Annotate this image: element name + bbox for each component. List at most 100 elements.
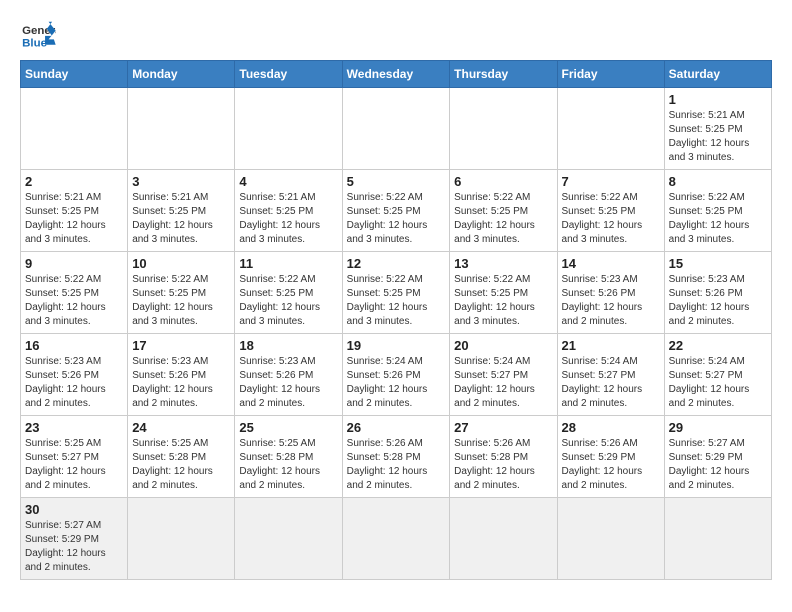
calendar-cell bbox=[664, 498, 771, 580]
day-info: Sunrise: 5:23 AM Sunset: 5:26 PM Dayligh… bbox=[132, 355, 230, 411]
calendar-cell bbox=[235, 498, 342, 580]
calendar-week-row: 9 Sunrise: 5:22 AM Sunset: 5:25 PM Daylig… bbox=[21, 252, 772, 334]
day-number: 13 bbox=[454, 256, 552, 271]
calendar-cell: 30 Sunrise: 5:27 AM Sunset: 5:29 PM Dayli… bbox=[21, 498, 128, 580]
day-info: Sunrise: 5:25 AM Sunset: 5:28 PM Dayligh… bbox=[132, 437, 230, 493]
calendar-cell: 21 Sunrise: 5:24 AM Sunset: 5:27 PM Dayli… bbox=[557, 334, 664, 416]
calendar-cell: 5 Sunrise: 5:22 AM Sunset: 5:25 PM Daylig… bbox=[342, 170, 450, 252]
weekday-header-thursday: Thursday bbox=[450, 61, 557, 88]
day-info: Sunrise: 5:22 AM Sunset: 5:25 PM Dayligh… bbox=[132, 273, 230, 329]
day-number: 10 bbox=[132, 256, 230, 271]
day-info: Sunrise: 5:22 AM Sunset: 5:25 PM Dayligh… bbox=[25, 273, 123, 329]
calendar-cell bbox=[342, 498, 450, 580]
calendar-cell bbox=[557, 498, 664, 580]
calendar-cell bbox=[450, 498, 557, 580]
logo-icon: General Blue bbox=[20, 20, 56, 50]
weekday-header-monday: Monday bbox=[128, 61, 235, 88]
calendar-cell: 23Sunrise: 5:25 AM Sunset: 5:27 PM Dayli… bbox=[21, 416, 128, 498]
day-info: Sunrise: 5:22 AM Sunset: 5:25 PM Dayligh… bbox=[669, 191, 767, 247]
calendar-cell: 18Sunrise: 5:23 AM Sunset: 5:26 PM Dayli… bbox=[235, 334, 342, 416]
logo: General Blue bbox=[20, 20, 56, 50]
day-info: Sunrise: 5:23 AM Sunset: 5:26 PM Dayligh… bbox=[669, 273, 767, 329]
weekday-header-sunday: Sunday bbox=[21, 61, 128, 88]
day-number: 15 bbox=[669, 256, 767, 271]
day-number: 29 bbox=[669, 420, 767, 435]
day-number: 3 bbox=[132, 174, 230, 189]
day-number: 8 bbox=[669, 174, 767, 189]
calendar-cell: 27 Sunrise: 5:26 AM Sunset: 5:28 PM Dayli… bbox=[450, 416, 557, 498]
calendar-cell bbox=[21, 88, 128, 170]
calendar-cell bbox=[128, 88, 235, 170]
calendar-cell bbox=[557, 88, 664, 170]
calendar-cell: 25 Sunrise: 5:25 AM Sunset: 5:28 PM Dayli… bbox=[235, 416, 342, 498]
day-number: 18 bbox=[239, 338, 337, 353]
day-info: Sunrise: 5:24 AM Sunset: 5:27 PM Dayligh… bbox=[454, 355, 552, 411]
calendar-week-row: 16 Sunrise: 5:23 AM Sunset: 5:26 PM Dayli… bbox=[21, 334, 772, 416]
day-info: Sunrise: 5:25 AM Sunset: 5:28 PM Dayligh… bbox=[239, 437, 337, 493]
day-number: 27 bbox=[454, 420, 552, 435]
calendar-week-row: 30 Sunrise: 5:27 AM Sunset: 5:29 PM Dayli… bbox=[21, 498, 772, 580]
calendar-cell: 6Sunrise: 5:22 AM Sunset: 5:25 PM Daylig… bbox=[450, 170, 557, 252]
day-info: Sunrise: 5:22 AM Sunset: 5:25 PM Dayligh… bbox=[454, 273, 552, 329]
calendar-cell: 2Sunrise: 5:21 AM Sunset: 5:25 PM Daylig… bbox=[21, 170, 128, 252]
calendar-cell: 24Sunrise: 5:25 AM Sunset: 5:28 PM Dayli… bbox=[128, 416, 235, 498]
calendar-cell: 10 Sunrise: 5:22 AM Sunset: 5:25 PM Dayli… bbox=[128, 252, 235, 334]
day-number: 16 bbox=[25, 338, 123, 353]
day-number: 4 bbox=[239, 174, 337, 189]
calendar-cell bbox=[342, 88, 450, 170]
day-info: Sunrise: 5:26 AM Sunset: 5:28 PM Dayligh… bbox=[454, 437, 552, 493]
svg-text:Blue: Blue bbox=[22, 37, 47, 49]
calendar-cell: 12Sunrise: 5:22 AM Sunset: 5:25 PM Dayli… bbox=[342, 252, 450, 334]
day-number: 1 bbox=[669, 92, 767, 107]
calendar-cell: 1 Sunrise: 5:21 AM Sunset: 5:25 PM Daylig… bbox=[664, 88, 771, 170]
weekday-header-tuesday: Tuesday bbox=[235, 61, 342, 88]
weekday-header-wednesday: Wednesday bbox=[342, 61, 450, 88]
calendar-cell: 9 Sunrise: 5:22 AM Sunset: 5:25 PM Daylig… bbox=[21, 252, 128, 334]
calendar-week-row: 1 Sunrise: 5:21 AM Sunset: 5:25 PM Daylig… bbox=[21, 88, 772, 170]
day-number: 21 bbox=[562, 338, 660, 353]
day-info: Sunrise: 5:27 AM Sunset: 5:29 PM Dayligh… bbox=[25, 519, 123, 575]
day-info: Sunrise: 5:21 AM Sunset: 5:25 PM Dayligh… bbox=[25, 191, 123, 247]
weekday-header-friday: Friday bbox=[557, 61, 664, 88]
day-info: Sunrise: 5:27 AM Sunset: 5:29 PM Dayligh… bbox=[669, 437, 767, 493]
day-info: Sunrise: 5:21 AM Sunset: 5:25 PM Dayligh… bbox=[132, 191, 230, 247]
calendar-week-row: 23Sunrise: 5:25 AM Sunset: 5:27 PM Dayli… bbox=[21, 416, 772, 498]
day-info: Sunrise: 5:24 AM Sunset: 5:27 PM Dayligh… bbox=[562, 355, 660, 411]
day-number: 6 bbox=[454, 174, 552, 189]
day-number: 12 bbox=[347, 256, 446, 271]
day-info: Sunrise: 5:26 AM Sunset: 5:28 PM Dayligh… bbox=[347, 437, 446, 493]
day-info: Sunrise: 5:22 AM Sunset: 5:25 PM Dayligh… bbox=[239, 273, 337, 329]
day-info: Sunrise: 5:24 AM Sunset: 5:26 PM Dayligh… bbox=[347, 355, 446, 411]
calendar-cell: 7Sunrise: 5:22 AM Sunset: 5:25 PM Daylig… bbox=[557, 170, 664, 252]
weekday-header-saturday: Saturday bbox=[664, 61, 771, 88]
day-info: Sunrise: 5:22 AM Sunset: 5:25 PM Dayligh… bbox=[347, 191, 446, 247]
day-number: 9 bbox=[25, 256, 123, 271]
calendar-cell: 22Sunrise: 5:24 AM Sunset: 5:27 PM Dayli… bbox=[664, 334, 771, 416]
day-number: 5 bbox=[347, 174, 446, 189]
calendar-cell: 17 Sunrise: 5:23 AM Sunset: 5:26 PM Dayli… bbox=[128, 334, 235, 416]
calendar-cell: 15 Sunrise: 5:23 AM Sunset: 5:26 PM Dayli… bbox=[664, 252, 771, 334]
day-number: 30 bbox=[25, 502, 123, 517]
day-number: 17 bbox=[132, 338, 230, 353]
day-info: Sunrise: 5:21 AM Sunset: 5:25 PM Dayligh… bbox=[669, 109, 767, 165]
calendar: SundayMondayTuesdayWednesdayThursdayFrid… bbox=[20, 60, 772, 580]
calendar-cell: 4Sunrise: 5:21 AM Sunset: 5:25 PM Daylig… bbox=[235, 170, 342, 252]
calendar-cell: 26 Sunrise: 5:26 AM Sunset: 5:28 PM Dayli… bbox=[342, 416, 450, 498]
calendar-cell bbox=[450, 88, 557, 170]
day-info: Sunrise: 5:22 AM Sunset: 5:25 PM Dayligh… bbox=[562, 191, 660, 247]
calendar-cell: 20Sunrise: 5:24 AM Sunset: 5:27 PM Dayli… bbox=[450, 334, 557, 416]
day-info: Sunrise: 5:23 AM Sunset: 5:26 PM Dayligh… bbox=[562, 273, 660, 329]
day-number: 26 bbox=[347, 420, 446, 435]
day-number: 19 bbox=[347, 338, 446, 353]
calendar-cell: 19 Sunrise: 5:24 AM Sunset: 5:26 PM Dayli… bbox=[342, 334, 450, 416]
day-number: 25 bbox=[239, 420, 337, 435]
header: General Blue bbox=[20, 20, 772, 50]
day-number: 14 bbox=[562, 256, 660, 271]
day-info: Sunrise: 5:26 AM Sunset: 5:29 PM Dayligh… bbox=[562, 437, 660, 493]
calendar-cell: 13 Sunrise: 5:22 AM Sunset: 5:25 PM Dayli… bbox=[450, 252, 557, 334]
calendar-cell: 14 Sunrise: 5:23 AM Sunset: 5:26 PM Dayli… bbox=[557, 252, 664, 334]
calendar-cell: 29 Sunrise: 5:27 AM Sunset: 5:29 PM Dayli… bbox=[664, 416, 771, 498]
day-info: Sunrise: 5:24 AM Sunset: 5:27 PM Dayligh… bbox=[669, 355, 767, 411]
calendar-cell: 11Sunrise: 5:22 AM Sunset: 5:25 PM Dayli… bbox=[235, 252, 342, 334]
calendar-cell bbox=[235, 88, 342, 170]
